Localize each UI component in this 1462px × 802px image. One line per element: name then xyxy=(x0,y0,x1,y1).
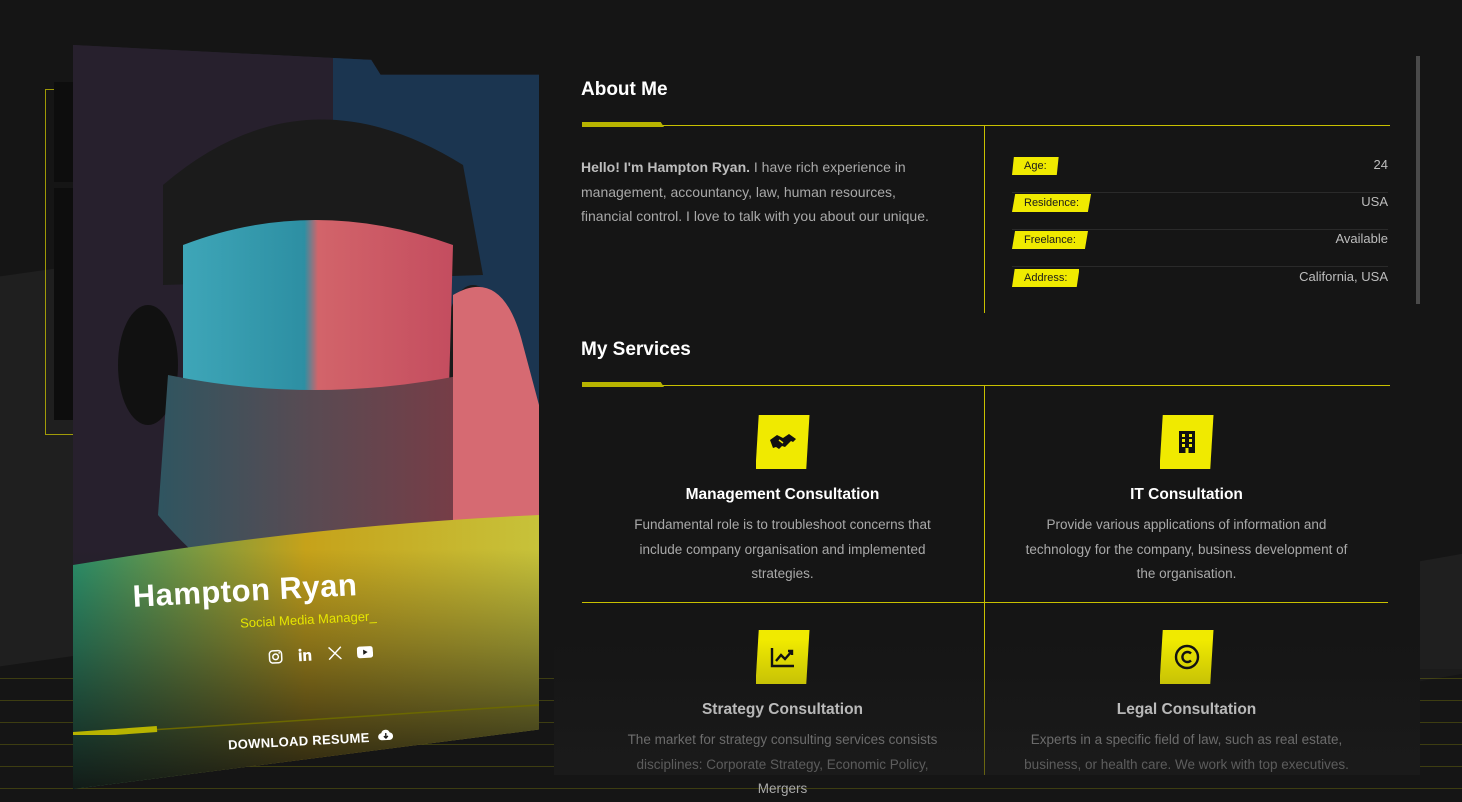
info-value: 24 xyxy=(1373,157,1388,172)
instagram-icon[interactable] xyxy=(267,648,284,665)
service-description: Experts in a specific field of law, such… xyxy=(1024,732,1349,772)
info-row-age: Age: 24 xyxy=(1012,155,1388,193)
services-rule xyxy=(582,385,1390,386)
service-card[interactable]: Management Consultation Fundamental role… xyxy=(581,415,984,587)
building-icon xyxy=(1159,415,1214,469)
about-rule xyxy=(582,125,1390,126)
linkedin-icon[interactable] xyxy=(297,646,314,663)
info-row-residence: Residence: USA xyxy=(1012,192,1388,230)
services-divider-horizontal xyxy=(582,602,1388,603)
cloud-download-icon xyxy=(377,729,394,745)
about-rule-accent xyxy=(582,122,664,127)
about-intro: Hello! I'm Hampton Ryan. I have rich exp… xyxy=(581,155,951,229)
service-card[interactable]: Legal Consultation Experts in a specific… xyxy=(985,630,1388,777)
info-value: Available xyxy=(1335,231,1388,246)
service-title: Management Consultation xyxy=(685,486,880,503)
scrollbar[interactable] xyxy=(1416,56,1420,304)
youtube-icon[interactable] xyxy=(356,643,374,660)
copyright-icon xyxy=(1159,630,1214,684)
service-card[interactable]: Strategy Consultation The market for str… xyxy=(581,630,984,802)
profile-card xyxy=(73,45,539,789)
service-card[interactable]: IT Consultation Provide various applicat… xyxy=(985,415,1388,587)
card-divider xyxy=(73,704,539,735)
about-divider xyxy=(984,126,985,313)
service-description: The market for strategy consulting servi… xyxy=(627,732,938,796)
info-label: Address: xyxy=(1012,269,1080,287)
handshake-icon xyxy=(755,415,810,469)
info-row-address: Address: California, USA xyxy=(1012,267,1388,304)
service-description: Provide various applications of informat… xyxy=(1025,517,1348,581)
about-intro-bold: Hello! I'm Hampton Ryan. xyxy=(581,159,751,175)
info-row-freelance: Freelance: Available xyxy=(1012,229,1388,267)
x-icon[interactable] xyxy=(327,645,344,662)
info-value: USA xyxy=(1361,194,1388,209)
info-label: Age: xyxy=(1012,157,1059,175)
service-title: IT Consultation xyxy=(1130,486,1243,503)
services-rule-accent xyxy=(582,382,664,387)
about-title: About Me xyxy=(581,79,668,100)
service-description: Fundamental role is to troubleshoot conc… xyxy=(634,517,931,581)
chart-line-icon xyxy=(755,630,810,684)
service-title: Legal Consultation xyxy=(1116,701,1257,718)
service-title: Strategy Consultation xyxy=(701,701,864,718)
info-value: California, USA xyxy=(1299,269,1388,284)
info-label: Freelance: xyxy=(1012,231,1088,249)
info-label: Residence: xyxy=(1012,194,1092,212)
services-title: My Services xyxy=(581,339,691,360)
